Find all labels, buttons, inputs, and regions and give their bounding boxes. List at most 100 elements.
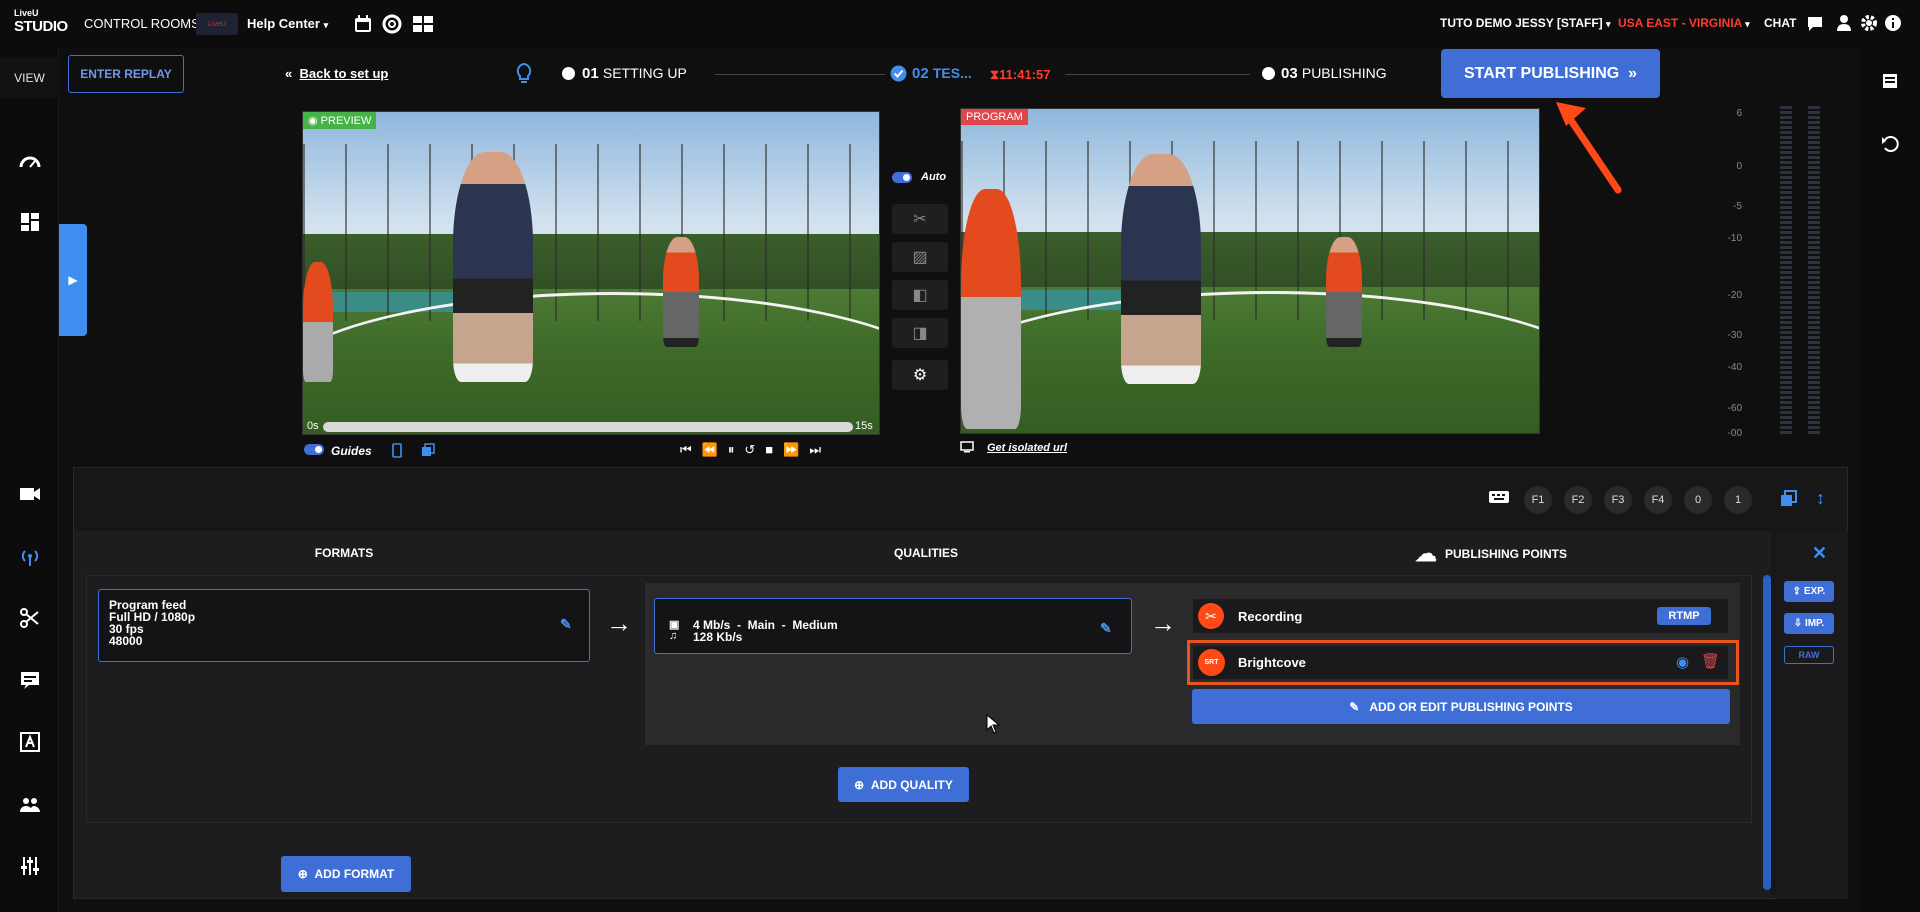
fade-transition-button[interactable]: ▨ bbox=[892, 242, 948, 272]
enter-replay-button[interactable]: ENTER REPLAY bbox=[68, 55, 184, 93]
publishing-point-recording[interactable]: ✂ Recording RTMP bbox=[1193, 599, 1728, 633]
preview-video[interactable]: ◉ PREVIEW 0s 15s bbox=[302, 111, 880, 435]
add-quality-button[interactable]: ⊕ ADD QUALITY bbox=[838, 767, 969, 802]
step3[interactable]: 03 PUBLISHING bbox=[1281, 65, 1387, 82]
point-name: Brightcove bbox=[1238, 655, 1306, 670]
right-sidebar bbox=[1860, 48, 1920, 912]
get-isolated-url-link[interactable]: Get isolated url bbox=[987, 442, 1067, 454]
transition-settings-button[interactable]: ⚙ bbox=[892, 360, 948, 390]
double-chevron-right-icon: » bbox=[1628, 64, 1638, 82]
chat-button[interactable]: CHAT bbox=[1764, 16, 1796, 30]
logo-line1: LiveU bbox=[14, 8, 39, 18]
publishing-point-brightcove[interactable]: SRT Brightcove ◉ 🗑 bbox=[1193, 646, 1728, 679]
layout-icon[interactable] bbox=[18, 210, 42, 234]
pause-icon[interactable]: ⏸ bbox=[728, 442, 745, 457]
export-button[interactable]: ⇪ EXP. bbox=[1784, 581, 1834, 602]
layers-icon[interactable] bbox=[1780, 490, 1798, 508]
start-publishing-button[interactable]: START PUBLISHING » bbox=[1441, 49, 1660, 98]
user-icon[interactable] bbox=[1836, 14, 1852, 32]
stinger-transition-button[interactable]: ◨ bbox=[892, 318, 948, 348]
skip-start-icon[interactable]: ⏮ bbox=[680, 442, 702, 457]
top-bar: LiveU STUDIO CONTROL ROOMS LiveU Help Ce… bbox=[0, 0, 1920, 48]
pencil-icon[interactable]: ✎ bbox=[560, 617, 572, 631]
step1[interactable]: 01 SETTING UP bbox=[582, 65, 687, 82]
next-icon[interactable]: ⏩ bbox=[783, 442, 809, 457]
notes-icon[interactable] bbox=[1881, 72, 1899, 90]
text-icon[interactable] bbox=[18, 730, 42, 754]
guides-toggle[interactable] bbox=[304, 444, 324, 455]
scrollbar[interactable] bbox=[1763, 575, 1771, 890]
monitor-icon bbox=[960, 441, 974, 453]
calendar-icon[interactable] bbox=[354, 14, 372, 34]
shortcut-key[interactable]: 1 bbox=[1724, 486, 1752, 514]
mixer-icon[interactable] bbox=[18, 854, 42, 878]
shortcut-key[interactable]: F2 bbox=[1564, 486, 1592, 514]
format-card[interactable]: Program feed Full HD / 1080p 30 fps 4800… bbox=[98, 589, 590, 662]
add-quality-label: ADD QUALITY bbox=[870, 777, 953, 792]
plus-circle-icon: ⊕ bbox=[297, 867, 308, 881]
close-icon[interactable]: ✕ bbox=[1812, 543, 1827, 564]
format-fps: 30 fps bbox=[109, 622, 144, 636]
help-center-dropdown[interactable]: Help Center ▾ bbox=[247, 16, 328, 31]
back-to-setup-link[interactable]: « Back to set up bbox=[285, 66, 388, 81]
meter-bar bbox=[1808, 106, 1820, 436]
expand-sidebar-button[interactable]: ▶ bbox=[59, 224, 87, 336]
eye-icon[interactable]: ◉ bbox=[1676, 653, 1689, 671]
preview-scrubber[interactable] bbox=[323, 422, 853, 432]
camera-icon[interactable] bbox=[18, 482, 42, 506]
step-connector-2 bbox=[1065, 74, 1250, 75]
pencil-icon[interactable]: ✎ bbox=[1100, 620, 1112, 637]
liveu-studio-logo[interactable]: LiveU STUDIO bbox=[14, 8, 70, 40]
region-menu[interactable]: USA EAST - VIRGINIA ▾ bbox=[1618, 16, 1750, 30]
import-icon: ⇩ bbox=[1793, 618, 1803, 629]
step3-dot bbox=[1262, 67, 1275, 80]
view-tab[interactable]: VIEW bbox=[0, 58, 59, 98]
wipe-transition-button[interactable]: ◧ bbox=[892, 280, 948, 310]
start-publishing-label: START PUBLISHING bbox=[1463, 64, 1620, 82]
chat-icon[interactable] bbox=[1806, 15, 1824, 33]
team-icon[interactable] bbox=[18, 792, 42, 816]
annotation-arrow bbox=[1556, 102, 1622, 194]
step2-label: TES... bbox=[932, 65, 972, 81]
add-format-button[interactable]: ⊕ ADD FORMAT bbox=[281, 856, 411, 892]
point-name: Recording bbox=[1238, 609, 1303, 624]
raw-button[interactable]: RAW bbox=[1784, 646, 1834, 664]
player-3 bbox=[303, 262, 333, 382]
cut-transition-button[interactable]: ✂ bbox=[892, 204, 948, 234]
shortcut-key[interactable]: F4 bbox=[1644, 486, 1672, 514]
previous-icon[interactable]: ⏪ bbox=[702, 442, 728, 457]
quality-card[interactable]: ▣ 4 Mb/s - Main - Medium ♫ 128 Kb/s ✎ bbox=[654, 598, 1132, 654]
skip-end-icon[interactable]: ⏭ bbox=[809, 442, 831, 457]
auto-toggle[interactable] bbox=[892, 172, 912, 183]
import-button[interactable]: ⇩ IMP. bbox=[1784, 613, 1834, 634]
stop-icon[interactable]: ■ bbox=[765, 442, 783, 457]
copy-icon[interactable] bbox=[421, 443, 435, 457]
resize-vertical-icon[interactable]: ↕ bbox=[1816, 488, 1825, 509]
user-menu[interactable]: TUTO DEMO JESSY [STAFF] ▾ bbox=[1440, 16, 1611, 30]
caption-icon[interactable] bbox=[18, 668, 42, 692]
replay-icon[interactable]: ↺ bbox=[744, 442, 765, 457]
step2[interactable]: 02 TES... bbox=[912, 65, 972, 82]
undo-icon[interactable] bbox=[1881, 134, 1899, 152]
dashboard-icon[interactable] bbox=[18, 150, 42, 174]
guides-label: Guides bbox=[331, 444, 372, 458]
trash-icon[interactable]: 🗑 bbox=[1701, 652, 1720, 670]
mobile-icon[interactable] bbox=[392, 443, 402, 458]
multiview-icon[interactable] bbox=[412, 14, 434, 34]
program-video[interactable]: PROGRAM bbox=[960, 108, 1540, 434]
shortcut-key[interactable]: F3 bbox=[1604, 486, 1632, 514]
gear-icon[interactable] bbox=[1860, 14, 1878, 32]
scissors-icon[interactable] bbox=[18, 606, 42, 630]
add-edit-publishing-points-button[interactable]: ✎ ADD OR EDIT PUBLISHING POINTS bbox=[1192, 689, 1730, 724]
shortcut-key[interactable]: 0 bbox=[1684, 486, 1712, 514]
broadcast-icon[interactable] bbox=[18, 544, 42, 568]
meter-scale-label: -30 bbox=[1727, 330, 1742, 341]
lightbulb-icon[interactable] bbox=[515, 62, 533, 86]
info-icon[interactable] bbox=[1884, 14, 1902, 32]
keyboard-icon[interactable] bbox=[1488, 489, 1510, 507]
shortcut-key[interactable]: F1 bbox=[1524, 486, 1552, 514]
workspace-thumbnail[interactable]: LiveU bbox=[196, 13, 238, 35]
lifebuoy-icon[interactable] bbox=[382, 14, 402, 34]
timer-value: 11:41:57 bbox=[999, 67, 1051, 82]
control-rooms-link[interactable]: CONTROL ROOMS bbox=[84, 16, 200, 31]
